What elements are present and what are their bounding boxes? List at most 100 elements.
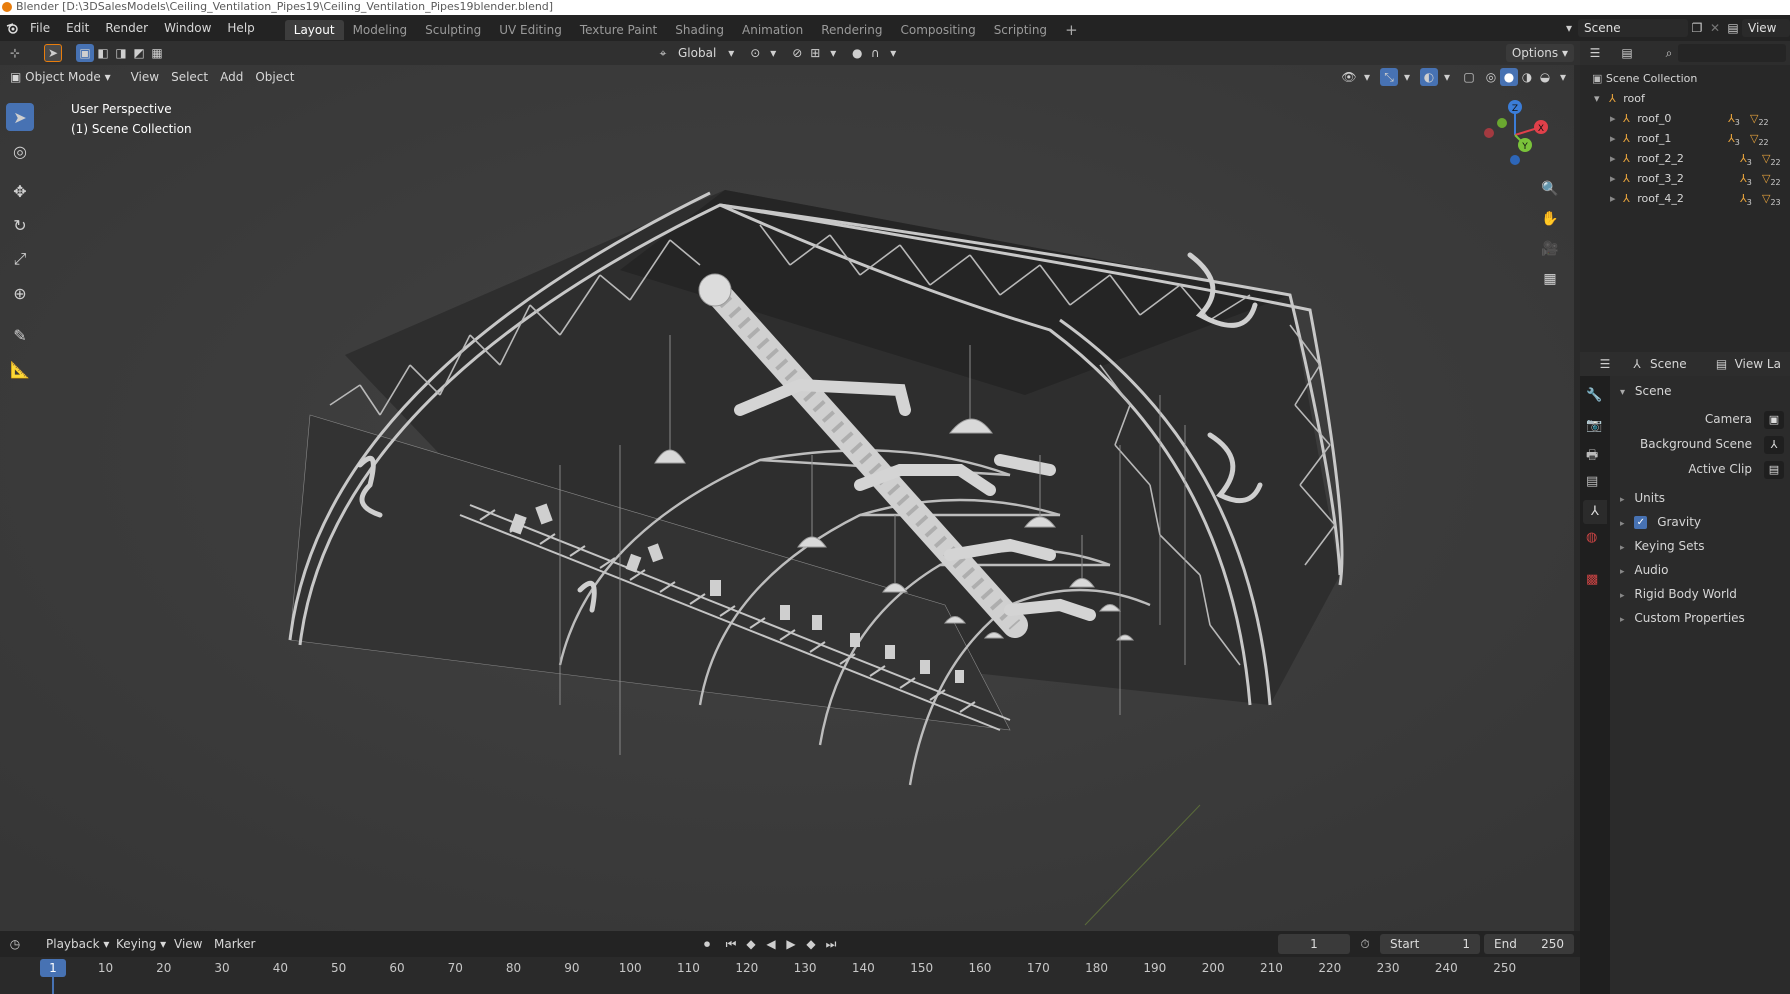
viewport-menu-select[interactable]: Select (165, 68, 214, 86)
timeline-menu-keying[interactable]: Keying ▾ (110, 935, 172, 953)
tab-shading[interactable]: Shading (666, 20, 733, 40)
shading-rendered-icon[interactable]: ◒ (1536, 68, 1554, 86)
preview-range-icon[interactable]: ⏱ (1356, 935, 1374, 953)
pivot-point-icon[interactable]: ⊙ (746, 44, 764, 62)
play-reverse-icon[interactable]: ◀ (762, 935, 780, 953)
visibility-icon[interactable]: 👁 (1340, 68, 1358, 86)
audio-panel[interactable]: ▸ Audio (1620, 559, 1668, 581)
navigation-gizmo[interactable]: Z X Y (1475, 95, 1555, 175)
units-panel[interactable]: ▸ Units (1620, 487, 1665, 509)
tab-uv-editing[interactable]: UV Editing (490, 20, 571, 40)
select-mode-subtract-icon[interactable]: ◨ (112, 44, 130, 62)
proportional-edit-icon[interactable]: ● (848, 44, 866, 62)
snap-target-icon[interactable]: ⊞ (806, 44, 824, 62)
timeline-ruler[interactable]: 1 10 20 30 40 50 60 70 80 90 100 110 120 130 140 150 160… (0, 957, 1580, 994)
select-mode-intersect-icon[interactable]: ▦ (148, 44, 166, 62)
editor-type-icon[interactable]: ⊹ (6, 44, 24, 62)
annotate-tool-icon[interactable]: ✎ (6, 321, 34, 349)
new-scene-icon[interactable]: ❐ (1688, 19, 1706, 37)
properties-editor-type-icon[interactable]: ☰ (1596, 355, 1614, 373)
blender-menu-icon[interactable] (4, 19, 22, 37)
view-layer-browse-icon[interactable]: ▤ (1724, 19, 1742, 37)
display-mode-icon[interactable]: ▤ (1618, 44, 1636, 62)
select-mode-new-icon[interactable]: ▣ (76, 44, 94, 62)
pivot-chevron-icon[interactable]: ▾ (764, 44, 782, 62)
scene-name-field[interactable]: Scene (1578, 19, 1688, 37)
transform-tool-icon[interactable]: ⊕ (6, 279, 34, 307)
zoom-icon[interactable]: 🔍 (1538, 177, 1562, 201)
properties-tab-view-layer[interactable]: View La (1735, 357, 1781, 371)
outliner-item-roof-0[interactable]: ▸ ⅄ roof_0 ⅄3 ▽22 (1610, 109, 1785, 129)
rigid-body-world-panel[interactable]: ▸ Rigid Body World (1620, 583, 1737, 605)
jump-end-icon[interactable]: ⏭ (822, 935, 840, 953)
outliner-scene-collection[interactable]: ▣ Scene Collection (1592, 69, 1697, 89)
menu-edit[interactable]: Edit (58, 15, 97, 41)
snap-chevron-icon[interactable]: ▾ (824, 44, 842, 62)
gravity-panel[interactable]: ▸ ✓ Gravity (1620, 511, 1701, 533)
render-tab-icon[interactable]: 📷 (1586, 418, 1602, 433)
timeline-menu-playback[interactable]: Playback ▾ (40, 935, 115, 953)
viewport-menu-object[interactable]: Object (249, 68, 300, 86)
pan-hand-icon[interactable]: ✋ (1538, 207, 1562, 231)
gizmo-chevron-icon[interactable]: ▾ (1398, 68, 1416, 86)
jump-start-icon[interactable]: ⏮ (722, 935, 740, 953)
overlay-chevron-icon[interactable]: ▾ (1438, 68, 1456, 86)
select-tool-icon[interactable]: ➤ (44, 44, 62, 62)
menu-render[interactable]: Render (97, 15, 156, 41)
view-layer-name-field[interactable]: View La (1742, 19, 1790, 37)
select-mode-extend-icon[interactable]: ◧ (94, 44, 112, 62)
timeline-editor-type-icon[interactable]: ◷ (6, 935, 24, 953)
snap-toggle-icon[interactable]: ⊘ (788, 44, 806, 62)
viewport-menu-add[interactable]: Add (214, 68, 249, 86)
gizmo-toggle-icon[interactable]: ⤡ (1380, 68, 1398, 86)
shading-wireframe-icon[interactable]: ◎ (1482, 68, 1500, 86)
gravity-checkbox[interactable]: ✓ (1634, 516, 1648, 529)
transform-orientation-dropdown[interactable]: Global (672, 44, 722, 62)
outliner-item-roof-1[interactable]: ▸ ⅄ roof_1 ⅄3 ▽22 (1610, 129, 1785, 149)
tab-rendering[interactable]: Rendering (812, 20, 891, 40)
tab-animation[interactable]: Animation (733, 20, 812, 40)
tab-compositing[interactable]: Compositing (891, 20, 984, 40)
shading-chevron-icon[interactable]: ▾ (1554, 68, 1572, 86)
active-clip-field-icon[interactable]: ▤ (1764, 461, 1784, 479)
current-frame-field[interactable]: 1 (1278, 934, 1350, 954)
viewport-menu-view[interactable]: View (125, 68, 165, 86)
outliner-collection-roof[interactable]: ▾ ⅄ roof (1594, 89, 1645, 109)
scene-panel-header[interactable]: ▾ Scene (1620, 380, 1671, 402)
record-icon[interactable]: ⏺ (698, 935, 716, 953)
scene-tab-icon[interactable]: ⅄ (1583, 500, 1607, 524)
camera-view-icon[interactable]: 🎥 (1538, 237, 1562, 261)
outliner-search-icon[interactable]: ⌕ (1660, 44, 1678, 62)
tab-layout[interactable]: Layout (284, 19, 344, 40)
scene-browse-icon[interactable]: ▾ (1560, 19, 1578, 37)
end-frame-field[interactable]: End 250 (1484, 934, 1574, 954)
add-workspace-icon[interactable]: + (1056, 20, 1087, 40)
tab-modeling[interactable]: Modeling (344, 20, 417, 40)
visibility-chevron-icon[interactable]: ▾ (1358, 68, 1376, 86)
tab-sculpting[interactable]: Sculpting (416, 20, 490, 40)
shading-solid-icon[interactable]: ● (1500, 68, 1518, 86)
menu-window[interactable]: Window (156, 15, 219, 41)
xray-toggle-icon[interactable]: ▢ (1460, 68, 1478, 86)
rotate-tool-icon[interactable]: ↻ (6, 211, 34, 239)
falloff-chevron-icon[interactable]: ▾ (884, 44, 902, 62)
expand-chevron-icon[interactable]: ▾ (1594, 92, 1600, 105)
menu-file[interactable]: File (22, 15, 58, 41)
select-box-tool-icon[interactable]: ➤ (6, 103, 34, 131)
scale-tool-icon[interactable]: ⤢ (6, 245, 34, 273)
proportional-falloff-icon[interactable]: ∩ (866, 44, 884, 62)
tool-settings-tab-icon[interactable]: 🔧 (1586, 388, 1602, 403)
options-dropdown[interactable]: Options ▾ (1505, 44, 1574, 62)
menu-help[interactable]: Help (219, 15, 262, 41)
view-layer-tab-icon[interactable]: ▤ (1586, 474, 1598, 489)
shading-material-icon[interactable]: ◑ (1518, 68, 1536, 86)
keying-sets-panel[interactable]: ▸ Keying Sets (1620, 535, 1704, 557)
cursor-tool-icon[interactable]: ◎ (6, 137, 34, 165)
object-mode-dropdown[interactable]: ▣ Object Mode ▾ (4, 68, 117, 86)
timeline-menu-view[interactable]: View (168, 935, 208, 953)
ortho-grid-icon[interactable]: ▦ (1538, 267, 1562, 291)
world-tab-icon[interactable]: ◍ (1586, 530, 1597, 545)
background-scene-field-icon[interactable]: ⅄ (1764, 436, 1784, 454)
start-frame-field[interactable]: Start 1 (1380, 934, 1480, 954)
camera-field-icon[interactable]: ▣ (1764, 411, 1784, 429)
